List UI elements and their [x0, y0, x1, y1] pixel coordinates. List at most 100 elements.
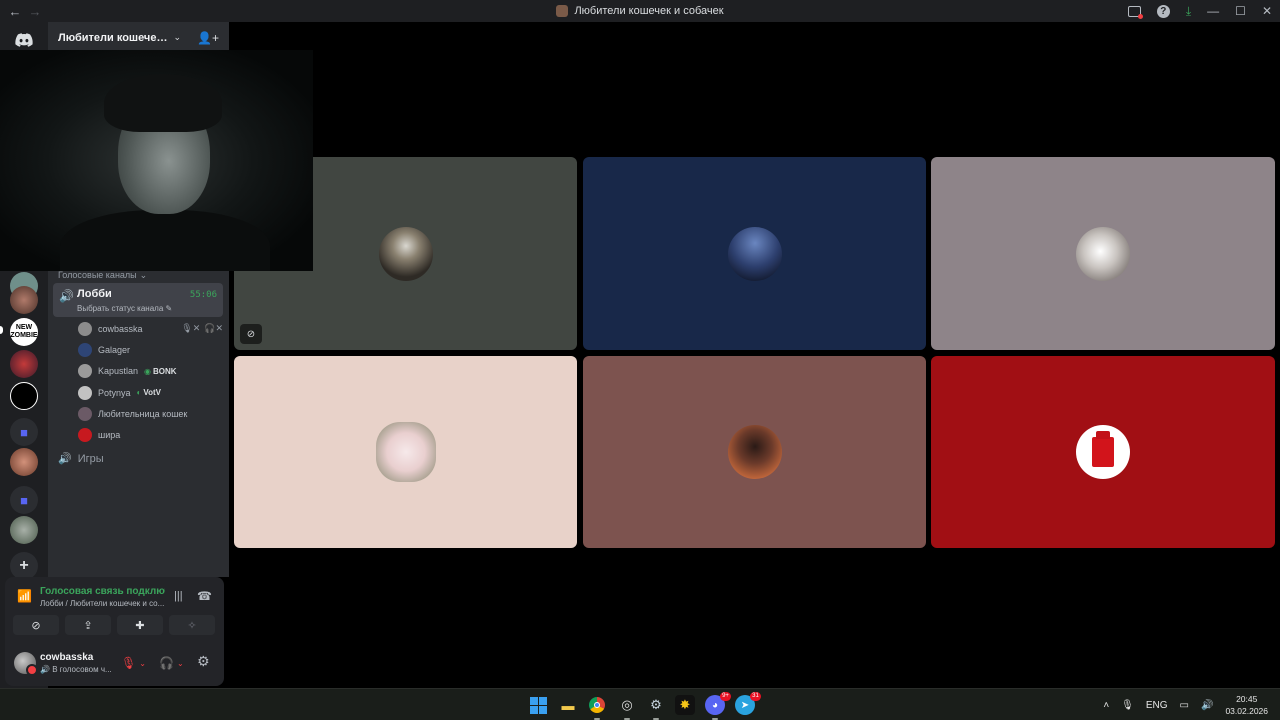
- camera-off-icon: ⊘: [240, 324, 262, 344]
- list-item[interactable]: Galager: [78, 339, 223, 360]
- clock-date: 03.02.2026: [1225, 706, 1268, 716]
- game-name: VotV: [143, 388, 162, 398]
- mic-muted-icon: 🎙: [121, 656, 137, 670]
- window-title: Любители кошечек и собачек: [0, 5, 1280, 17]
- server-icon-6[interactable]: [10, 516, 38, 544]
- participant-avatar: [727, 226, 782, 281]
- chevron-down-icon[interactable]: ⌄: [174, 32, 182, 43]
- tray-overflow-icon[interactable]: ˄: [1103, 700, 1109, 711]
- avatar[interactable]: [14, 652, 38, 676]
- list-item[interactable]: Potynya ◐ VotV: [78, 382, 223, 403]
- steam-icon[interactable]: ⚙: [646, 695, 666, 720]
- forward-arrow-icon[interactable]: →: [28, 4, 42, 19]
- channel-name: Игры: [77, 452, 104, 465]
- call-timer: 55:06: [189, 290, 217, 300]
- user-panel: cowbasska 🔊 В голосовом ч... 🎙 ⌄ 🎧 ⌄ ⚙: [5, 642, 224, 686]
- signal-icon[interactable]: 📶: [17, 589, 32, 603]
- avatar: [78, 342, 92, 357]
- voice-member-list: cowbasska 🎙✕ 🎧✕ Galager Kapustlan ◉ BONK Potyny…: [78, 318, 223, 446]
- participant-avatar: [727, 425, 782, 479]
- chrome-icon[interactable]: [587, 695, 607, 720]
- member-name: Kapustlan: [98, 366, 139, 377]
- participant-avatar: [1076, 425, 1130, 479]
- invite-people-icon[interactable]: 👤+: [197, 31, 219, 45]
- server-folder-icon-1[interactable]: ■: [10, 418, 38, 446]
- file-explorer-icon[interactable]: ▬: [558, 695, 578, 715]
- server-icon-5[interactable]: [10, 448, 38, 476]
- app-icon[interactable]: ✸: [675, 695, 695, 715]
- close-button[interactable]: ✕: [1262, 4, 1272, 18]
- gear-icon[interactable]: ⚙: [197, 653, 210, 670]
- speaker-icon: 🔊: [58, 453, 72, 465]
- voice-status-title[interactable]: Голосовая связь подключ: [40, 586, 165, 597]
- list-item[interactable]: cowbasska 🎙✕ 🎧✕: [78, 318, 223, 339]
- chevron-down-icon[interactable]: ⌄: [139, 659, 146, 668]
- server-icon-2[interactable]: [10, 286, 38, 314]
- add-server-button[interactable]: +: [10, 552, 38, 580]
- chevron-down-icon[interactable]: ⌄: [177, 659, 184, 668]
- volume-icon[interactable]: 🔊: [1201, 700, 1213, 711]
- minimize-button[interactable]: —: [1207, 4, 1219, 18]
- discord-taskbar-icon[interactable]: ◕ 9+: [705, 692, 731, 720]
- channel-status-setter[interactable]: Выбрать статус канала ✎: [77, 304, 172, 313]
- video-tile-3[interactable]: [931, 157, 1275, 350]
- voice-status-subtitle[interactable]: Лобби / Любители кошечек и со...: [40, 599, 165, 608]
- screen-share-button[interactable]: ⇪: [65, 615, 111, 635]
- member-name: Galager: [98, 344, 131, 355]
- participant-avatar: [1076, 226, 1130, 281]
- microphone-icon[interactable]: 🎙: [1121, 700, 1134, 711]
- camera-off-button[interactable]: ⊘: [13, 615, 59, 635]
- video-tile-5[interactable]: [583, 356, 926, 548]
- clock[interactable]: 20:45 03.02.2026: [1225, 693, 1268, 717]
- obs-icon[interactable]: ◎: [617, 695, 637, 720]
- voice-channel-lobby[interactable]: 🔊 Лобби 55:06 Выбрать статус канала ✎: [53, 283, 223, 317]
- display-icon[interactable]: ▭: [1180, 700, 1189, 711]
- webcam-overlay: [0, 50, 313, 271]
- mute-toggle[interactable]: 🎙 ⌄: [121, 654, 146, 672]
- user-status-text: В голосовом ч...: [52, 665, 112, 674]
- video-tile-2[interactable]: [583, 157, 926, 350]
- game-name: BONK: [153, 366, 177, 376]
- participant-avatar: [375, 422, 436, 482]
- member-activity-tag: ◉ BONK: [144, 367, 177, 376]
- server-icon: [556, 5, 569, 17]
- voice-connected-panel: 📶 Голосовая связь подключ Лобби / Любите…: [5, 577, 224, 642]
- video-tile-4[interactable]: [234, 356, 577, 548]
- download-icon[interactable]: ⤓: [1186, 4, 1191, 19]
- server-icon-3[interactable]: [10, 350, 38, 378]
- member-name: cowbasska: [98, 323, 143, 334]
- telegram-icon[interactable]: ➤ 31: [735, 692, 761, 715]
- activities-button[interactable]: ✚: [117, 615, 163, 635]
- title-bar: ← → Любители кошечек и собачек ? ⤓ — ☐ ✕: [0, 0, 1280, 22]
- list-item[interactable]: шира: [78, 424, 223, 445]
- avatar: [78, 364, 92, 379]
- list-item[interactable]: Kapustlan ◉ BONK: [78, 361, 223, 382]
- server-icon-4[interactable]: [10, 382, 38, 410]
- screen-share-icon[interactable]: [1127, 5, 1143, 19]
- server-folder-icon-2[interactable]: ■: [10, 486, 38, 514]
- category-voice-channels[interactable]: Голосовые каналы ⌄: [58, 270, 147, 281]
- video-tile-6[interactable]: [931, 356, 1275, 548]
- list-item[interactable]: Любительница кошек: [78, 403, 223, 424]
- help-icon[interactable]: ?: [1156, 4, 1170, 18]
- soundboard-button[interactable]: ✧: [169, 615, 215, 635]
- windows-start-icon[interactable]: [528, 695, 548, 715]
- server-icon-new-zombie[interactable]: NEW ZOMBIE: [10, 318, 38, 346]
- deafen-toggle[interactable]: 🎧 ⌄: [159, 654, 184, 672]
- maximize-button[interactable]: ☐: [1235, 4, 1246, 18]
- headset-muted-icon: 🎧✕: [204, 323, 223, 334]
- voice-channel-games[interactable]: 🔊 Игры: [58, 452, 104, 466]
- disconnect-icon[interactable]: ☎: [197, 589, 212, 603]
- member-name: шира: [98, 430, 121, 441]
- back-arrow-icon[interactable]: ←: [8, 4, 22, 19]
- channel-name: Лобби: [77, 288, 112, 300]
- system-tray: ˄ 🎙 ENG ▭ 🔊 20:45 03.02.2026: [1103, 689, 1268, 720]
- member-name: Potynya: [98, 387, 131, 398]
- noise-suppression-icon[interactable]: |||: [174, 590, 183, 602]
- windows-taskbar: ▬ ◎ ⚙ ✸ ◕ 9+ ➤ 31 ˄ 🎙 ENG ▭ 🔊 20:45 03.02.…: [0, 688, 1280, 720]
- user-name[interactable]: cowbasska: [40, 652, 93, 663]
- guild-name: Любители кошечек и с...: [58, 31, 168, 44]
- category-label: Голосовые каналы: [58, 270, 137, 280]
- window-title-text: Любители кошечек и собачек: [574, 5, 724, 17]
- language-indicator[interactable]: ENG: [1146, 700, 1168, 711]
